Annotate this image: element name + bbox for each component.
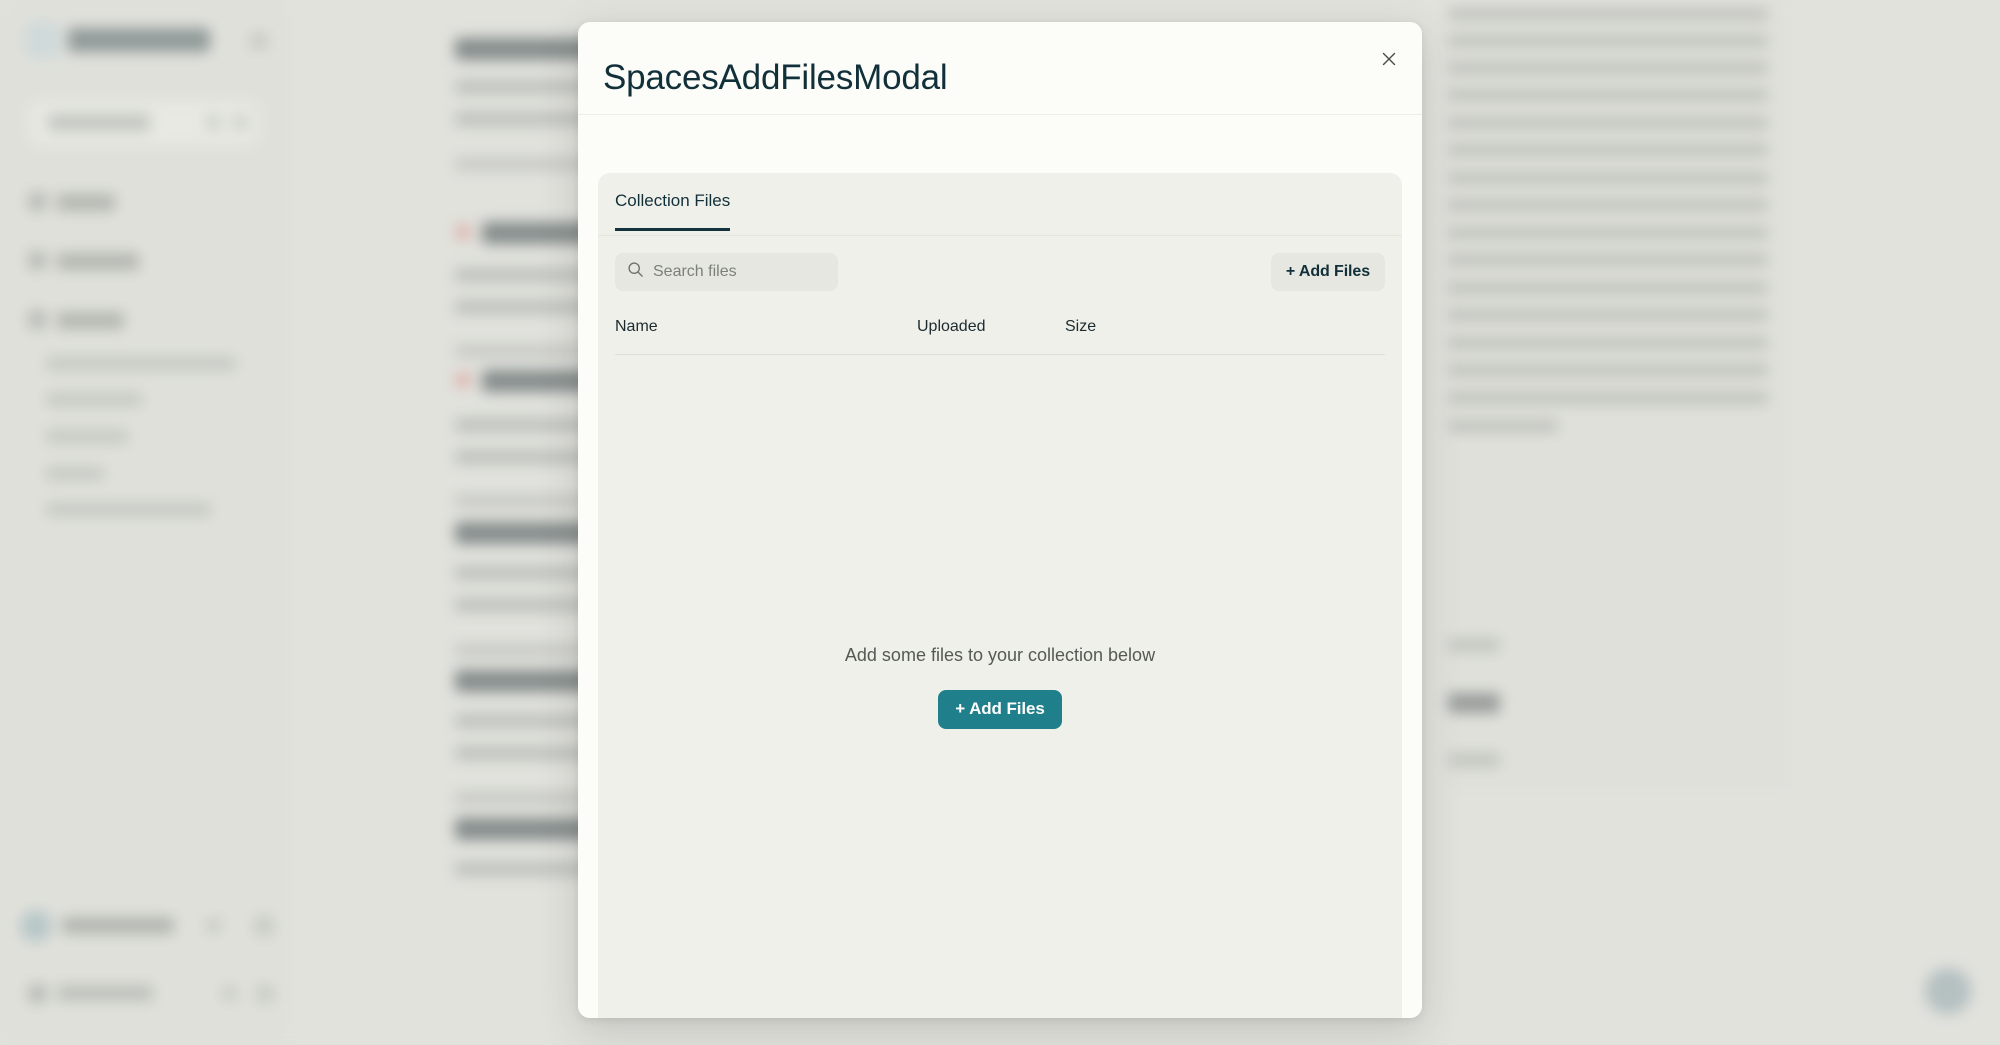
empty-state: Add some files to your collection below … xyxy=(598,355,1402,1018)
column-header-size: Size xyxy=(1065,318,1097,335)
column-header-uploaded: Uploaded xyxy=(917,318,986,335)
tab-collection-files[interactable]: Collection Files xyxy=(615,191,731,231)
add-files-button-primary[interactable]: + Add Files xyxy=(938,689,1062,729)
empty-state-message: Add some files to your collection below xyxy=(844,644,1156,665)
panel-toolbar: + Add Files xyxy=(598,236,1402,307)
search-icon xyxy=(627,261,644,283)
files-table-header: Name Uploaded Size xyxy=(615,313,1385,355)
search-input-wrapper[interactable] xyxy=(615,253,860,291)
search-input[interactable] xyxy=(653,263,860,281)
page-title: SpacesAddFilesModal xyxy=(603,58,948,97)
collection-files-panel: Collection Files + Add Files Name Uplo xyxy=(598,173,1402,1018)
tab-bar: Collection Files xyxy=(598,173,1402,236)
spaces-add-files-modal: SpacesAddFilesModal Collection Files Sea… xyxy=(578,22,1422,1018)
add-files-button-toolbar[interactable]: + Add Files xyxy=(1270,253,1385,291)
modal-header: SpacesAddFilesModal xyxy=(578,22,1422,115)
modal-body: Collection Files + Add Files Name Uplo xyxy=(578,116,1422,1018)
column-header-name: Name xyxy=(615,318,658,335)
close-icon[interactable] xyxy=(1372,42,1406,76)
